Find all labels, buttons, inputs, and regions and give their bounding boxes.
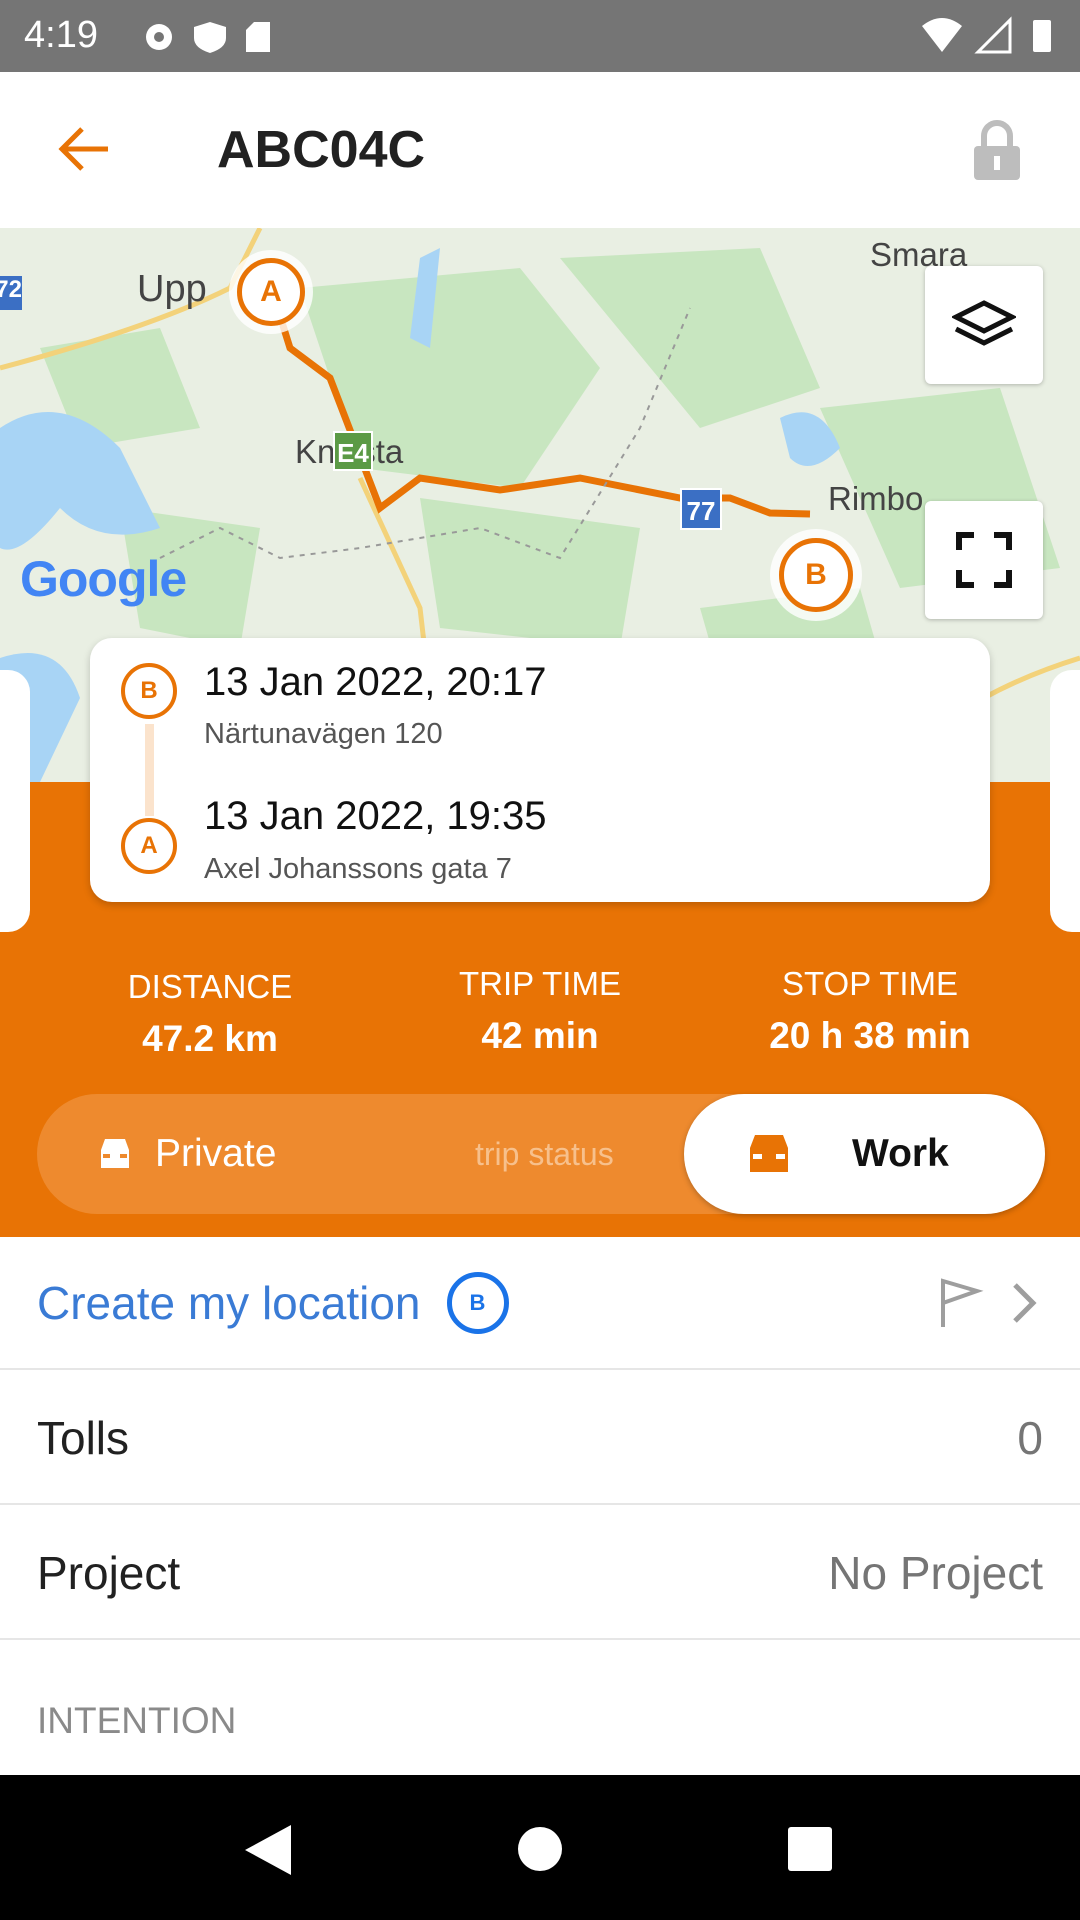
road-shield-72: 72 xyxy=(0,276,22,310)
stat-value: 42 min xyxy=(481,1015,599,1056)
stat-value: 47.2 km xyxy=(142,1018,278,1059)
flag-icon xyxy=(941,1277,984,1327)
sd-card-icon xyxy=(246,22,270,52)
stat-trip-time: TRIP TIME 42 min xyxy=(375,965,705,1057)
signal-icon xyxy=(974,16,1012,54)
project-row[interactable]: Project No Project xyxy=(0,1507,1080,1640)
app-toolbar: ABC04C xyxy=(0,72,1080,228)
tolls-value: 0 xyxy=(1017,1411,1043,1464)
start-marker-a-icon: A xyxy=(121,818,177,874)
tolls-label: Tolls xyxy=(37,1411,130,1464)
wifi-icon xyxy=(922,18,962,52)
page-title: ABC04C xyxy=(217,121,426,179)
city-label-rimbo: Rimbo xyxy=(828,480,924,517)
home-nav-button[interactable] xyxy=(516,1825,564,1873)
stat-label: STOP TIME xyxy=(781,965,959,1002)
start-datetime: 13 Jan 2022, 19:35 xyxy=(204,794,547,838)
clock: 4:19 xyxy=(24,14,98,56)
google-logo: Google xyxy=(20,551,187,607)
end-datetime: 13 Jan 2022, 20:17 xyxy=(204,660,547,704)
end-marker-b-icon: B xyxy=(121,663,177,719)
back-nav-button[interactable] xyxy=(243,1823,293,1877)
create-location-row[interactable]: Create my location B xyxy=(0,1237,1080,1370)
previous-trip-card[interactable] xyxy=(0,670,30,932)
trip-status-toggle[interactable]: Private trip status Work xyxy=(37,1094,1045,1214)
gear-icon xyxy=(146,24,172,50)
lock-icon[interactable] xyxy=(970,118,1024,184)
project-label: Project xyxy=(37,1546,181,1599)
system-nav-bar xyxy=(0,1775,1080,1920)
work-label: Work xyxy=(852,1132,949,1175)
map-layers-button[interactable] xyxy=(925,266,1043,384)
project-value: No Project xyxy=(828,1546,1043,1599)
flag-chevron-icons xyxy=(941,1277,1037,1327)
status-bar: 4:19 xyxy=(0,0,1080,72)
layers-icon xyxy=(952,300,1016,346)
car-icon xyxy=(101,1139,129,1168)
trip-card: B A 13 Jan 2022, 20:17 Närtunavägen 120 … xyxy=(90,638,990,902)
battery-icon xyxy=(1033,20,1051,52)
next-trip-card[interactable] xyxy=(1050,670,1080,932)
route-connector xyxy=(145,724,154,816)
end-address: Närtunavägen 120 xyxy=(204,718,443,750)
road-shield-77: 77 xyxy=(680,488,722,530)
chevron-right-icon xyxy=(1013,1282,1037,1323)
work-option-selected[interactable]: Work xyxy=(684,1094,1045,1214)
recents-nav-button[interactable] xyxy=(786,1825,834,1873)
start-marker-a[interactable]: A xyxy=(237,258,305,326)
status-icons xyxy=(146,22,270,53)
fullscreen-button[interactable] xyxy=(925,501,1043,619)
stat-label: TRIP TIME xyxy=(459,965,621,1002)
city-label-uppsala: Upp xyxy=(137,268,207,310)
location-marker-b: B xyxy=(446,1271,509,1334)
private-label: Private xyxy=(155,1132,277,1175)
road-shield-e4: E4 xyxy=(333,431,373,471)
system-indicators xyxy=(922,16,1051,54)
intention-section-header: INTENTION xyxy=(37,1700,237,1741)
stat-label: DISTANCE xyxy=(127,968,293,1005)
back-button[interactable] xyxy=(56,124,112,174)
stat-stop-time: STOP TIME 20 h 38 min xyxy=(705,965,1035,1057)
create-location-link[interactable]: Create my location xyxy=(37,1276,421,1330)
fullscreen-icon xyxy=(956,532,1012,588)
car-icon xyxy=(750,1135,788,1172)
tolls-row[interactable]: Tolls 0 xyxy=(0,1372,1080,1505)
trip-status-hint: trip status xyxy=(475,1136,614,1172)
end-marker-b[interactable]: B xyxy=(779,538,853,612)
private-option[interactable]: Private xyxy=(95,1132,276,1176)
stat-value: 20 h 38 min xyxy=(769,1015,971,1056)
stat-distance: DISTANCE 47.2 km xyxy=(45,968,375,1060)
shield-icon xyxy=(194,22,226,53)
start-address: Axel Johanssons gata 7 xyxy=(204,853,512,885)
